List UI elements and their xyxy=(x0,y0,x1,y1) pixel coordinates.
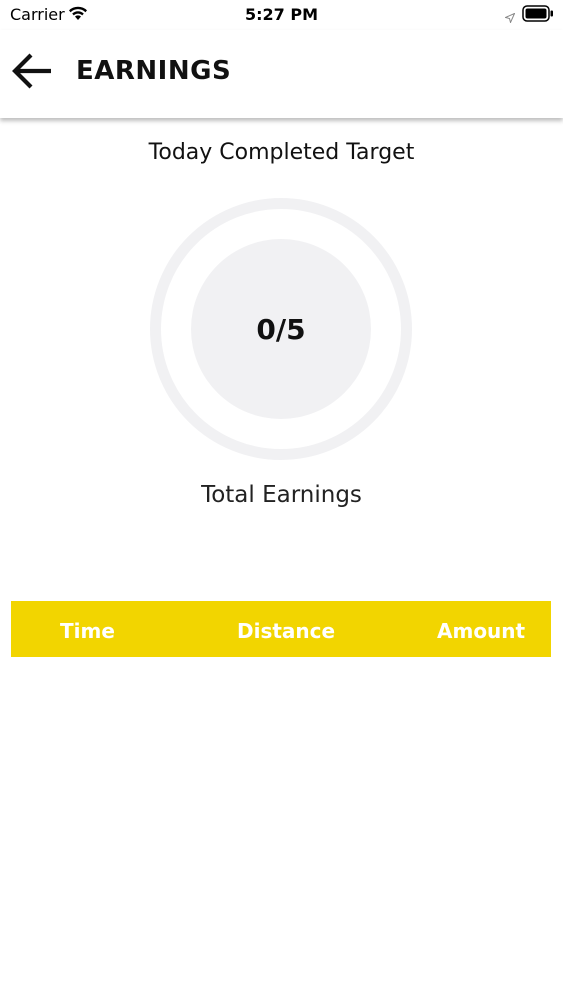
earnings-table-header: Time Distance Amount xyxy=(11,601,551,657)
back-button[interactable] xyxy=(8,50,56,96)
target-title: Today Completed Target xyxy=(148,140,415,165)
clock-time: 5:27 PM xyxy=(244,5,318,24)
column-header-amount[interactable]: Amount xyxy=(437,619,525,643)
app-header: EARNINGS xyxy=(0,30,563,118)
target-progress-value: 0/5 xyxy=(256,312,306,346)
total-earnings-label: Total Earnings xyxy=(201,482,362,508)
page-title: EARNINGS xyxy=(76,56,232,86)
column-header-distance[interactable]: Distance xyxy=(237,619,335,643)
earnings-screen: Carrier 5:27 PM EARNINGS Today Completed… xyxy=(0,0,563,1000)
battery-icon xyxy=(522,5,554,22)
status-bar: Carrier 5:27 PM xyxy=(0,0,563,30)
location-icon xyxy=(503,8,516,25)
earnings-table-body xyxy=(11,657,551,987)
target-progress-center: 0/5 xyxy=(191,239,371,419)
column-header-time[interactable]: Time xyxy=(60,619,115,643)
arrow-left-icon xyxy=(11,51,53,95)
